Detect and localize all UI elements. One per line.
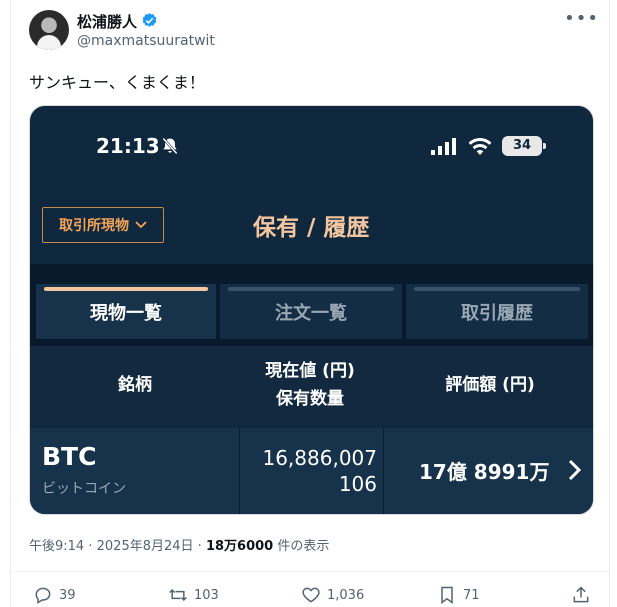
author-name[interactable]: 松浦勝人 bbox=[77, 11, 137, 32]
tweet-time[interactable]: 午後9:14 bbox=[29, 539, 84, 554]
author-handle[interactable]: @maxmatsuuratwit bbox=[77, 33, 215, 49]
tab-bar: 現物一覧 注文一覧 取引履歴 bbox=[30, 264, 593, 346]
wifi-icon bbox=[468, 138, 492, 155]
tweet-card: 松浦勝人 @maxmatsuuratwit ••• サンキュー、くまくま！ 21… bbox=[10, 0, 611, 607]
holding-price: 16,886,007 bbox=[262, 446, 377, 470]
attached-screenshot[interactable]: 21:13 34 取引所現物 保有 / 履歴 現物一覧 注文一覧 取引履歴 銘柄… bbox=[29, 105, 594, 515]
exchange-selector-label: 取引所現物 bbox=[59, 218, 129, 234]
divider bbox=[11, 571, 611, 572]
tab-order-list[interactable]: 注文一覧 bbox=[220, 284, 402, 339]
tab-label: 取引履歴 bbox=[461, 302, 533, 324]
bookmark-button[interactable]: 71 bbox=[437, 584, 480, 606]
tweet-meta: 午後9:14 · 2025年8月24日 · 18万6000 件の表示 bbox=[29, 539, 330, 554]
status-time: 21:13 bbox=[96, 134, 160, 158]
avatar[interactable] bbox=[29, 10, 69, 50]
share-icon bbox=[573, 586, 589, 603]
tab-trade-history[interactable]: 取引履歴 bbox=[406, 284, 588, 339]
more-options-button[interactable]: ••• bbox=[564, 8, 599, 29]
bookmark-count: 71 bbox=[463, 587, 480, 603]
battery-indicator: 34 bbox=[502, 136, 546, 156]
retweet-icon bbox=[169, 588, 187, 602]
bell-muted-icon bbox=[162, 137, 178, 155]
reply-icon bbox=[35, 587, 51, 604]
reply-button[interactable]: 39 bbox=[33, 584, 76, 606]
tab-spot-list[interactable]: 現物一覧 bbox=[36, 284, 216, 339]
page-title: 保有 / 履歴 bbox=[253, 215, 370, 241]
tweet-date[interactable]: 2025年8月24日 bbox=[97, 539, 194, 554]
retweet-button[interactable]: 103 bbox=[168, 584, 219, 606]
column-valuation: 評価額 (円) bbox=[445, 375, 535, 395]
column-current-value: 現在値 (円) bbox=[265, 361, 355, 381]
bookmark-icon bbox=[441, 586, 453, 604]
tab-label: 現物一覧 bbox=[90, 302, 162, 324]
holding-ticker: BTC bbox=[42, 442, 97, 471]
share-button[interactable] bbox=[571, 584, 591, 606]
column-quantity: 保有数量 bbox=[276, 389, 344, 409]
reply-count: 39 bbox=[59, 587, 76, 603]
view-count-label: 件の表示 bbox=[277, 539, 330, 554]
like-count: 1,036 bbox=[327, 587, 365, 603]
holding-name: ビットコイン bbox=[42, 481, 126, 497]
column-symbol: 銘柄 bbox=[118, 375, 152, 395]
tab-label: 注文一覧 bbox=[275, 302, 347, 324]
tweet-text: サンキュー、くまくま！ bbox=[29, 73, 205, 92]
signal-icon bbox=[431, 138, 456, 155]
holding-row[interactable]: BTC ビットコイン 16,886,007 106 17億 8991万 bbox=[30, 428, 593, 514]
chevron-down-icon bbox=[135, 221, 147, 229]
view-count: 18万6000 bbox=[205, 539, 274, 554]
heart-icon bbox=[302, 587, 320, 603]
chevron-right-icon[interactable] bbox=[568, 459, 582, 481]
holding-quantity: 106 bbox=[338, 472, 377, 496]
retweet-count: 103 bbox=[194, 587, 219, 603]
verified-badge-icon bbox=[142, 13, 157, 27]
like-button[interactable]: 1,036 bbox=[301, 584, 364, 606]
exchange-selector[interactable]: 取引所現物 bbox=[42, 207, 164, 243]
holding-valuation: 17億 8991万 bbox=[419, 460, 550, 484]
holdings-header: 銘柄 現在値 (円) 保有数量 評価額 (円) bbox=[30, 346, 593, 426]
